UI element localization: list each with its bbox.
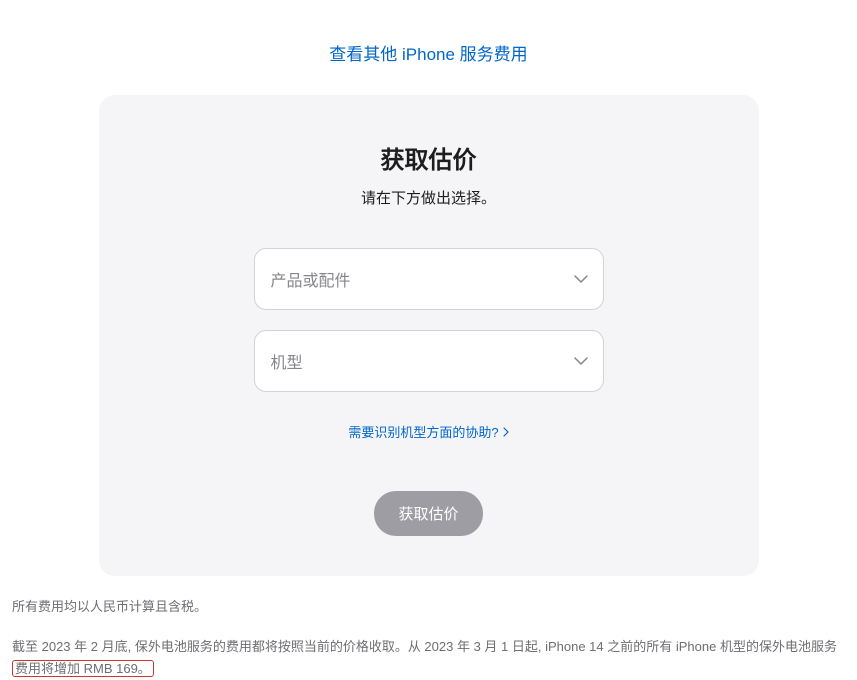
product-select[interactable]: 产品或配件 (254, 248, 604, 310)
card-title: 获取估价 (139, 140, 719, 175)
model-select[interactable]: 机型 (254, 330, 604, 392)
get-estimate-button[interactable]: 获取估价 (374, 491, 482, 536)
estimate-card: 获取估价 请在下方做出选择。 产品或配件 机型 需要识别机型方面的协助? 获取估… (99, 95, 759, 576)
chevron-right-icon (503, 427, 509, 437)
identify-model-help-link[interactable]: 需要识别机型方面的协助? (348, 422, 508, 441)
footer-note-pricing: 截至 2023 年 2 月底, 保外电池服务的费用都将按照当前的价格收取。从 2… (12, 636, 845, 680)
help-link-label: 需要识别机型方面的协助? (348, 422, 498, 441)
card-subtitle: 请在下方做出选择。 (139, 187, 719, 208)
footer-notes: 所有费用均以人民币计算且含税。 截至 2023 年 2 月底, 保外电池服务的费… (0, 576, 857, 680)
footer-note-currency: 所有费用均以人民币计算且含税。 (12, 596, 845, 618)
other-iphone-service-link[interactable]: 查看其他 iPhone 服务费用 (329, 45, 527, 64)
